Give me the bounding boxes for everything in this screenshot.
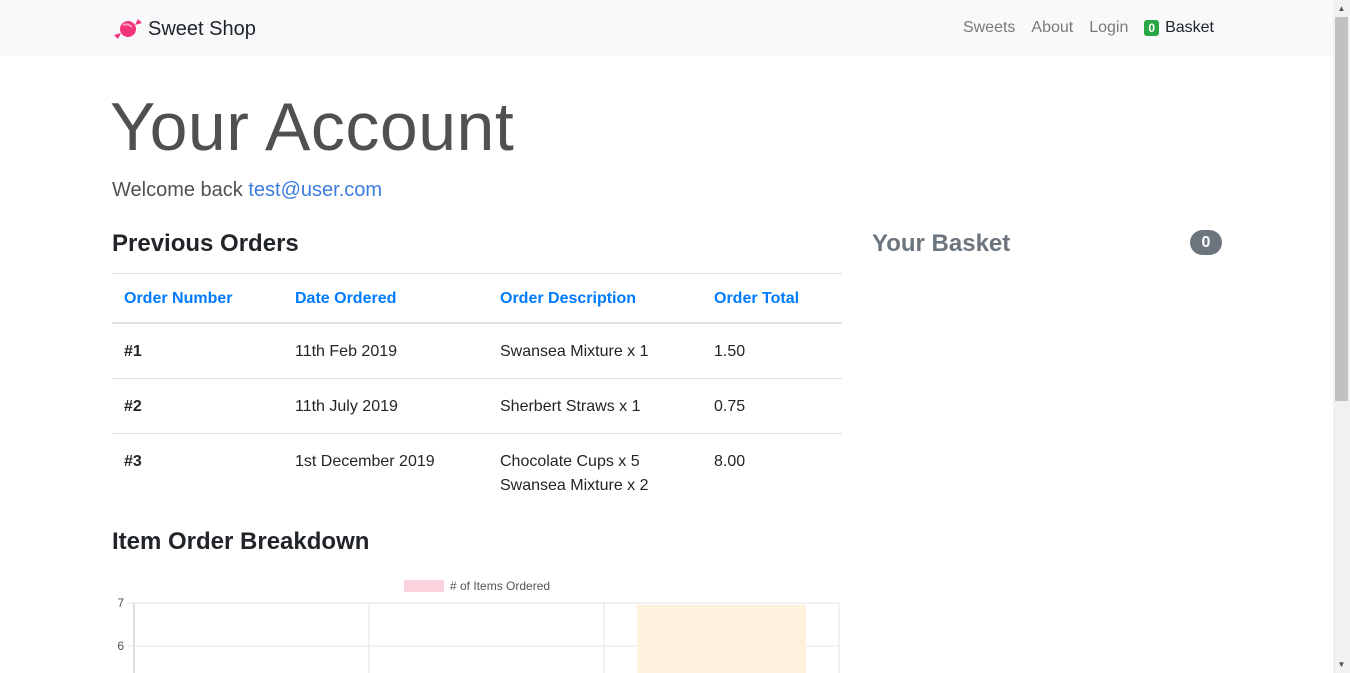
basket-count-pill: 0 — [1190, 230, 1222, 255]
table-row: #2 11th July 2019 Sherbert Straws x 1 0.… — [112, 378, 842, 434]
welcome-message: Welcome back test@user.com — [112, 179, 382, 202]
order-total: 0.75 — [702, 378, 842, 434]
scroll-down-arrow-icon[interactable]: ▼ — [1333, 656, 1350, 673]
chart-bars — [636, 605, 807, 673]
order-description: Swansea Mixture x 1 — [488, 322, 702, 379]
nav-link-about[interactable]: About — [1031, 19, 1073, 37]
legend-swatch — [404, 580, 444, 592]
nav-link-login[interactable]: Login — [1089, 19, 1128, 37]
previous-orders-title: Previous Orders — [112, 230, 299, 257]
order-description: Sherbert Straws x 1 — [488, 378, 702, 434]
col-date-ordered[interactable]: Date Ordered — [283, 273, 488, 324]
order-item: Swansea Mixture x 1 — [500, 343, 649, 360]
basket-label: Basket — [1165, 19, 1214, 36]
welcome-text: Welcome back — [112, 179, 243, 201]
basket-title: Your Basket — [872, 230, 1011, 257]
basket-count-badge: 0 — [1144, 20, 1160, 36]
user-email-link[interactable]: test@user.com — [248, 179, 382, 201]
y-tick-label: 7 — [117, 596, 124, 610]
candy-icon — [114, 19, 142, 39]
nav-link-basket[interactable]: 0 Basket — [1144, 19, 1214, 37]
orders-table: Order Number Date Ordered Order Descript… — [112, 273, 842, 512]
order-number: #2 — [112, 378, 283, 434]
y-tick-label: 6 — [117, 639, 124, 653]
col-order-description[interactable]: Order Description — [488, 273, 702, 324]
col-order-number[interactable]: Order Number — [112, 273, 283, 324]
order-total: 1.50 — [702, 322, 842, 379]
table-row: #3 1st December 2019 Chocolate Cups x 5 … — [112, 433, 842, 512]
scroll-up-arrow-icon[interactable]: ▲ — [1333, 0, 1350, 17]
navbar: Sweet Shop Sweets About Login 0 Basket — [0, 0, 1333, 56]
brand-name: Sweet Shop — [148, 17, 256, 40]
order-item: Sherbert Straws x 1 — [500, 398, 641, 415]
page-title: Your Account — [110, 89, 515, 165]
table-row: #1 11th Feb 2019 Swansea Mixture x 1 1.5… — [112, 322, 842, 379]
table-header-row: Order Number Date Ordered Order Descript… — [112, 273, 842, 324]
brand[interactable]: Sweet Shop — [112, 13, 256, 45]
chart-bar[interactable] — [636, 605, 807, 673]
order-item: Chocolate Cups x 5 — [500, 453, 640, 470]
order-total: 8.00 — [702, 433, 842, 512]
order-description: Chocolate Cups x 5 Swansea Mixture x 2 — [488, 433, 702, 512]
chart-grid — [128, 602, 840, 673]
scroll-thumb[interactable] — [1335, 17, 1348, 401]
order-number: #3 — [112, 433, 283, 512]
order-item: Swansea Mixture x 2 — [500, 477, 649, 494]
scrollbar[interactable]: ▲ ▼ — [1333, 0, 1350, 673]
breakdown-title: Item Order Breakdown — [112, 528, 370, 555]
order-number: #1 — [112, 322, 283, 379]
chart-y-ticks: 76 — [117, 596, 124, 653]
order-date: 1st December 2019 — [283, 433, 488, 512]
nav-links: Sweets About Login 0 Basket — [947, 19, 1214, 37]
order-date: 11th Feb 2019 — [283, 322, 488, 379]
legend-label: # of Items Ordered — [450, 579, 550, 593]
col-order-total[interactable]: Order Total — [702, 273, 842, 324]
nav-link-sweets[interactable]: Sweets — [963, 19, 1015, 37]
order-date: 11th July 2019 — [283, 378, 488, 434]
